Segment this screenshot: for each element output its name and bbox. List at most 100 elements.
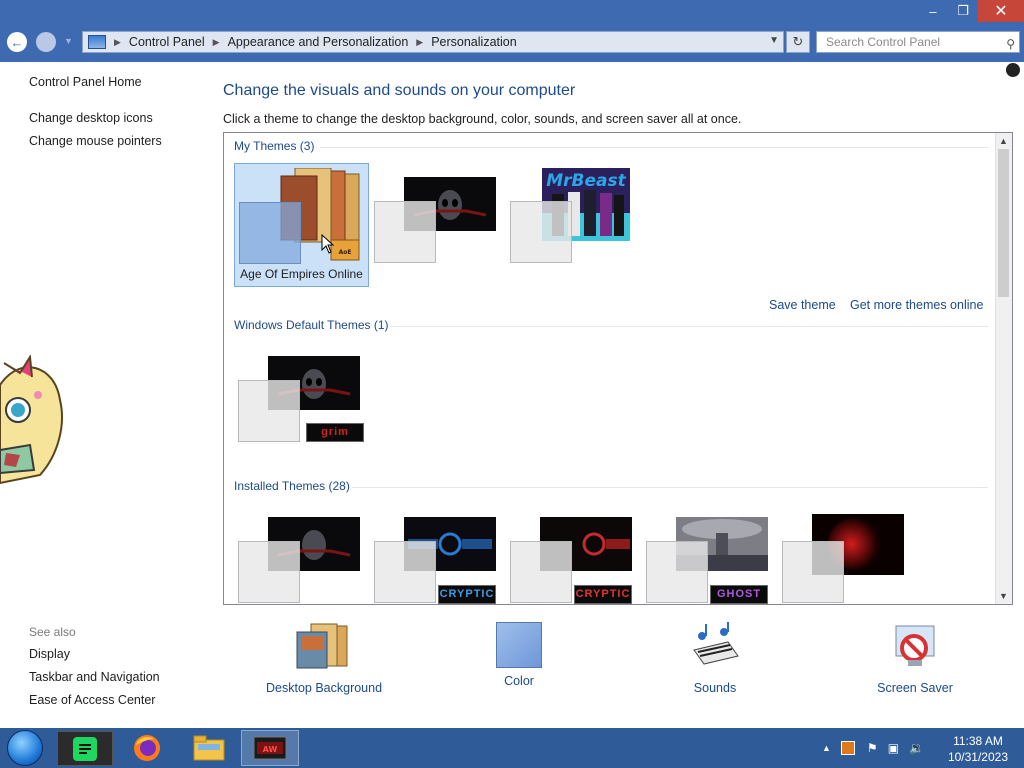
- group-divider: [390, 326, 988, 327]
- theme-badge: CRYPTIC: [574, 585, 632, 604]
- theme-badge: grim: [306, 423, 364, 442]
- taskbar-firefox[interactable]: [119, 730, 175, 766]
- desktop-background-icon: [296, 623, 348, 669]
- window-glass-swatch: [646, 541, 708, 603]
- window-glass-swatch: [374, 201, 436, 263]
- window-controls: – ❐ ✕: [918, 0, 1024, 22]
- personalization-window-icon: AW: [253, 736, 287, 760]
- taskbar-control-panel[interactable]: AW: [241, 730, 299, 766]
- group-divider: [320, 147, 988, 148]
- chevron-right-icon[interactable]: ▶: [416, 37, 423, 48]
- theme-mr-beast[interactable]: MrBeast: [506, 163, 641, 287]
- group-windows-default: Windows Default Themes (1): [234, 318, 389, 332]
- breadcrumb-personalization[interactable]: Personalization: [431, 35, 516, 49]
- themes-list[interactable]: My Themes (3) AoE Age Of Empires Online: [223, 132, 1013, 605]
- help-icon[interactable]: [1006, 63, 1020, 77]
- display-link[interactable]: Display: [29, 647, 70, 661]
- window-glass-swatch: [374, 541, 436, 603]
- search-icon[interactable]: ⚲: [1006, 34, 1015, 54]
- window-glass-swatch: [238, 380, 300, 442]
- theme-badge: GHOST: [710, 585, 768, 604]
- scrollbar-thumb[interactable]: [998, 149, 1009, 297]
- flag-icon[interactable]: ⚑: [867, 741, 878, 755]
- screen-saver-icon: [895, 625, 935, 666]
- svg-text:AW: AW: [263, 745, 278, 754]
- screen-saver-button[interactable]: Screen Saver: [870, 622, 960, 695]
- app-tray-icon[interactable]: [840, 741, 855, 755]
- change-desktop-icons-link[interactable]: Change desktop icons: [29, 111, 153, 125]
- address-bar[interactable]: ▶ Control Panel ▶ Appearance and Persona…: [82, 31, 784, 53]
- chevron-down-icon[interactable]: ▼: [769, 35, 779, 46]
- save-theme-link[interactable]: Save theme: [769, 298, 836, 312]
- theme-cryptic-red[interactable]: CRYPTIC: [506, 503, 641, 604]
- taskbar-file-explorer[interactable]: [181, 730, 237, 766]
- back-button[interactable]: ←: [7, 32, 27, 52]
- minimize-button[interactable]: –: [918, 0, 948, 22]
- chevron-right-icon[interactable]: ▶: [114, 37, 121, 48]
- window-glass-swatch: [239, 202, 301, 264]
- breadcrumb-control-panel[interactable]: Control Panel: [129, 35, 205, 49]
- theme-age-of-empires-online[interactable]: AoE Age Of Empires Online: [234, 163, 369, 287]
- arrow-right-icon: →: [39, 34, 53, 50]
- scroll-up-arrow[interactable]: ▲: [999, 136, 1008, 146]
- window-glass-swatch: [238, 541, 300, 603]
- firefox-icon: [134, 735, 160, 761]
- get-more-themes-link[interactable]: Get more themes online: [850, 298, 983, 312]
- refresh-button[interactable]: ↻: [786, 31, 810, 53]
- search-input[interactable]: Search Control Panel ⚲: [816, 31, 1020, 53]
- vertical-scrollbar[interactable]: ▲ ▼: [995, 133, 1012, 604]
- forward-button[interactable]: →: [36, 32, 56, 52]
- taskbar: AW ▲ ⚑ ▣ 🔉 11:38 AM 10/31/2023: [0, 728, 1024, 768]
- restore-button[interactable]: ❐: [948, 0, 978, 22]
- group-installed: Installed Themes (28): [234, 479, 350, 493]
- system-tray: ▲ ⚑ ▣ 🔉: [822, 728, 924, 768]
- window-glass-swatch: [782, 541, 844, 603]
- system-clock[interactable]: 11:38 AM 10/31/2023: [948, 733, 1008, 765]
- sounds-button[interactable]: Sounds: [670, 622, 760, 695]
- clock-time: 11:38 AM: [953, 734, 1003, 748]
- start-button[interactable]: [7, 730, 43, 766]
- theme-grim[interactable]: grim: [234, 343, 369, 467]
- mouse-cursor-icon: [321, 234, 335, 254]
- color-label: Color: [504, 674, 534, 688]
- page-description: Click a theme to change the desktop back…: [223, 112, 742, 126]
- arrow-left-icon: ←: [10, 34, 24, 50]
- breadcrumb-appearance[interactable]: Appearance and Personalization: [228, 35, 409, 49]
- see-also-heading: See also: [29, 625, 76, 639]
- window-glass-swatch: [510, 541, 572, 603]
- close-button[interactable]: ✕: [978, 0, 1024, 22]
- ease-of-access-link[interactable]: Ease of Access Center: [29, 693, 155, 707]
- taskbar-navigation-link[interactable]: Taskbar and Navigation: [29, 670, 160, 684]
- notes-app-icon: [73, 736, 97, 761]
- theme-badge: CRYPTIC: [438, 585, 496, 604]
- control-panel-icon: [88, 35, 106, 49]
- svg-text:AoE: AoE: [339, 249, 352, 256]
- cartoon-character-sticker: [0, 355, 63, 485]
- search-placeholder: Search Control Panel: [826, 35, 941, 49]
- color-button[interactable]: Color: [474, 622, 564, 688]
- change-mouse-pointers-link[interactable]: Change mouse pointers: [29, 134, 162, 148]
- theme-installed-alien[interactable]: [234, 503, 369, 604]
- sounds-label: Sounds: [693, 681, 737, 695]
- theme-red-orb[interactable]: [778, 503, 913, 604]
- screen-saver-label: Screen Saver: [877, 681, 953, 695]
- scroll-down-arrow[interactable]: ▼: [999, 591, 1008, 601]
- network-icon[interactable]: ▣: [888, 741, 899, 755]
- svg-text:MrBeast: MrBeast: [546, 171, 626, 191]
- theme-alien-dark[interactable]: [370, 163, 505, 287]
- theme-ghost[interactable]: GHOST: [642, 503, 777, 604]
- show-hidden-icons-button[interactable]: ▲: [822, 743, 831, 753]
- theme-cryptic-blue[interactable]: CRYPTIC: [370, 503, 505, 604]
- control-panel-home-link[interactable]: Control Panel Home: [29, 75, 142, 89]
- chevron-right-icon[interactable]: ▶: [213, 37, 220, 48]
- desktop-background-button[interactable]: Desktop Background: [266, 622, 382, 695]
- window-glass-swatch: [510, 201, 572, 263]
- taskbar-notes-app[interactable]: [57, 731, 113, 766]
- volume-icon[interactable]: 🔉: [909, 741, 924, 755]
- folder-icon: [193, 735, 225, 761]
- navigation-bar: ← → ▼ ▶ Control Panel ▶ Appearance and P…: [0, 30, 1024, 54]
- group-divider: [352, 487, 988, 488]
- recent-pages-dropdown[interactable]: ▼: [64, 36, 74, 46]
- window-titlebar: – ❐ ✕ ← → ▼ ▶ Control Panel ▶ Appearance…: [0, 0, 1024, 62]
- clock-date: 10/31/2023: [947, 750, 1008, 764]
